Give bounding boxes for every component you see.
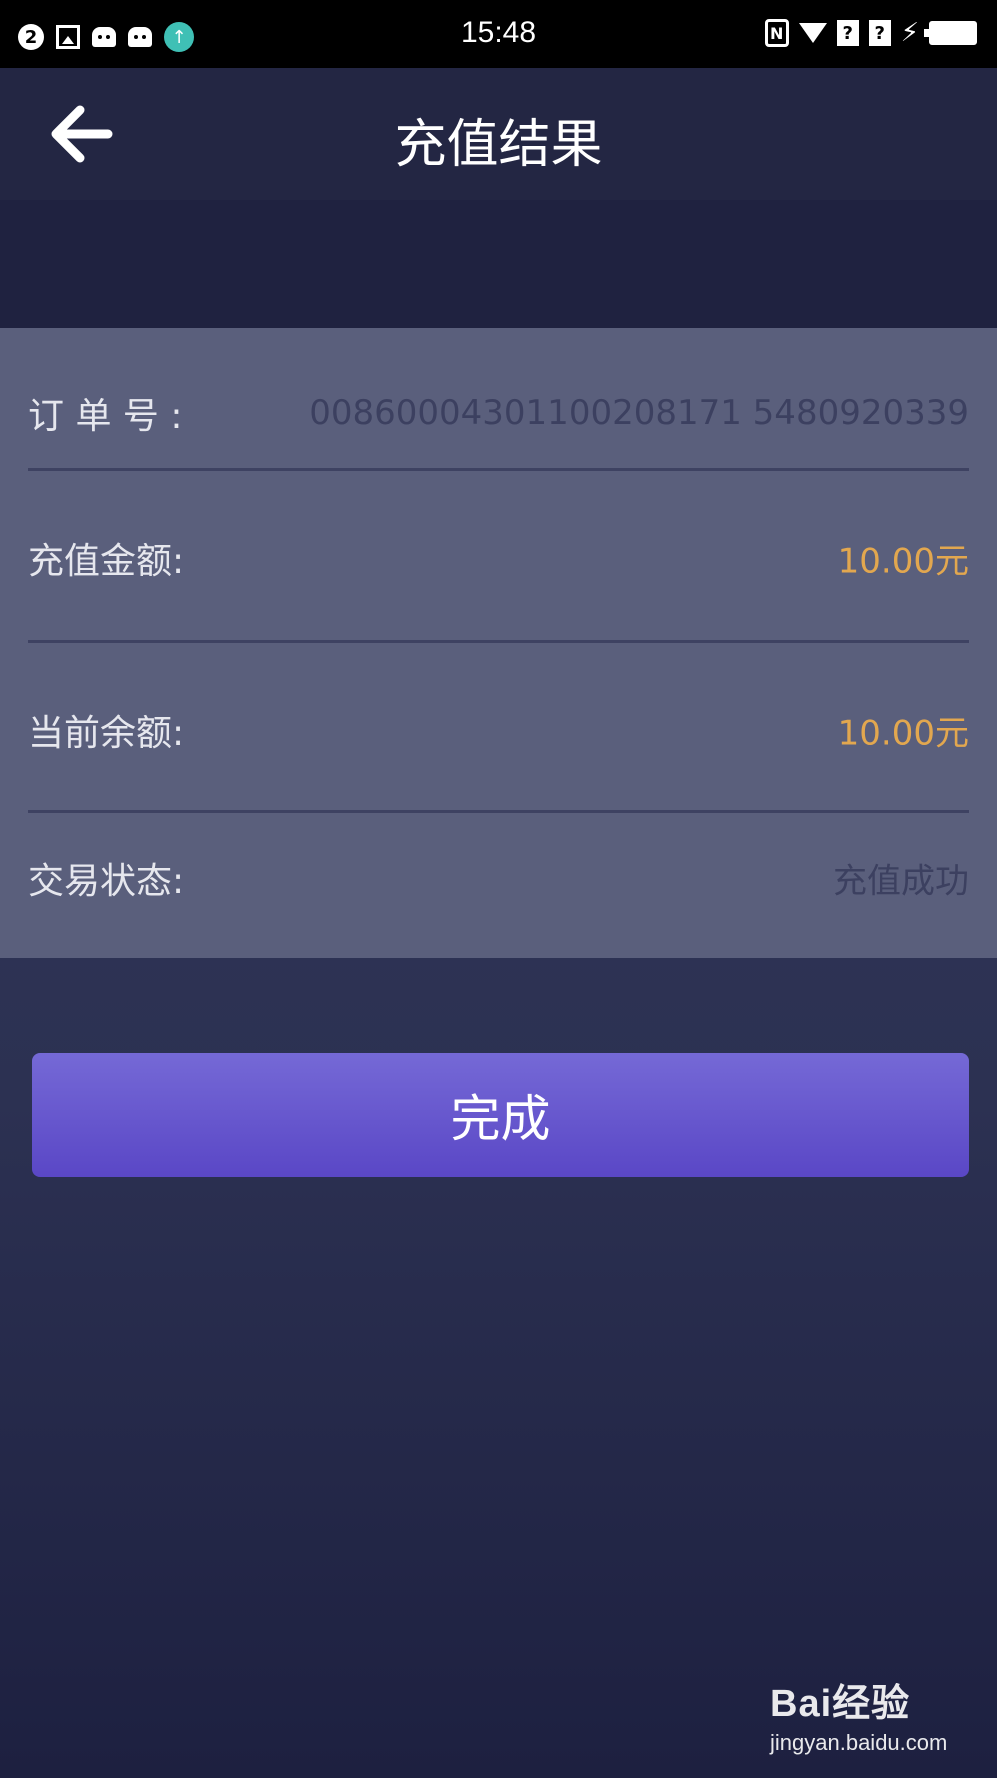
transaction-status-row: 交易状态: 充值成功 <box>28 803 969 953</box>
current-balance-label: 当前余额: <box>28 713 185 754</box>
recharge-amount-value: 10.00元 <box>837 541 969 582</box>
order-number-label: 订 单 号 : <box>28 396 183 437</box>
sim-icon-2: ? <box>868 20 891 46</box>
status-bar-right-icons: N ? ? ⚡ <box>764 18 977 48</box>
wifi-icon <box>798 23 827 43</box>
order-number-value: 00860004301100208171 5480920339 <box>309 393 969 433</box>
transaction-status-label: 交易状态: <box>28 861 185 902</box>
recharge-amount-label: 充值金额: <box>28 541 185 582</box>
row-divider <box>28 468 969 471</box>
current-balance-value: 10.00元 <box>837 713 969 754</box>
page-title: 充值结果 <box>394 115 603 175</box>
watermark-url: jingyan.baidu.com <box>770 1730 948 1755</box>
charging-icon: ⚡ <box>900 18 919 48</box>
baidu-jingyan-watermark: Bai经验 jingyan.baidu.com <box>770 1672 990 1772</box>
sim-icon: ? <box>836 20 859 46</box>
recharge-amount-row: 充值金额: 10.00元 <box>28 473 969 643</box>
battery-icon <box>924 21 977 45</box>
status-bar: 2 ↑ 15:48 N ? ? ⚡ <box>0 0 997 68</box>
transaction-status-value: 充值成功 <box>833 861 969 902</box>
header-spacer <box>0 200 997 328</box>
current-balance-row: 当前余额: 10.00元 <box>28 645 969 815</box>
recharge-details-card: 订 单 号 : 00860004301100208171 5480920339 … <box>0 328 997 958</box>
nfc-icon: N <box>764 19 789 47</box>
done-button[interactable]: 完成 <box>32 1053 969 1177</box>
phone-screen: 2 ↑ 15:48 N ? ? ⚡ 充值结果 订 单 号 : 008600043… <box>0 0 997 1778</box>
watermark-logo: Bai经验 <box>770 1683 911 1725</box>
row-divider <box>28 640 969 643</box>
title-bar: 充值结果 <box>0 68 997 200</box>
